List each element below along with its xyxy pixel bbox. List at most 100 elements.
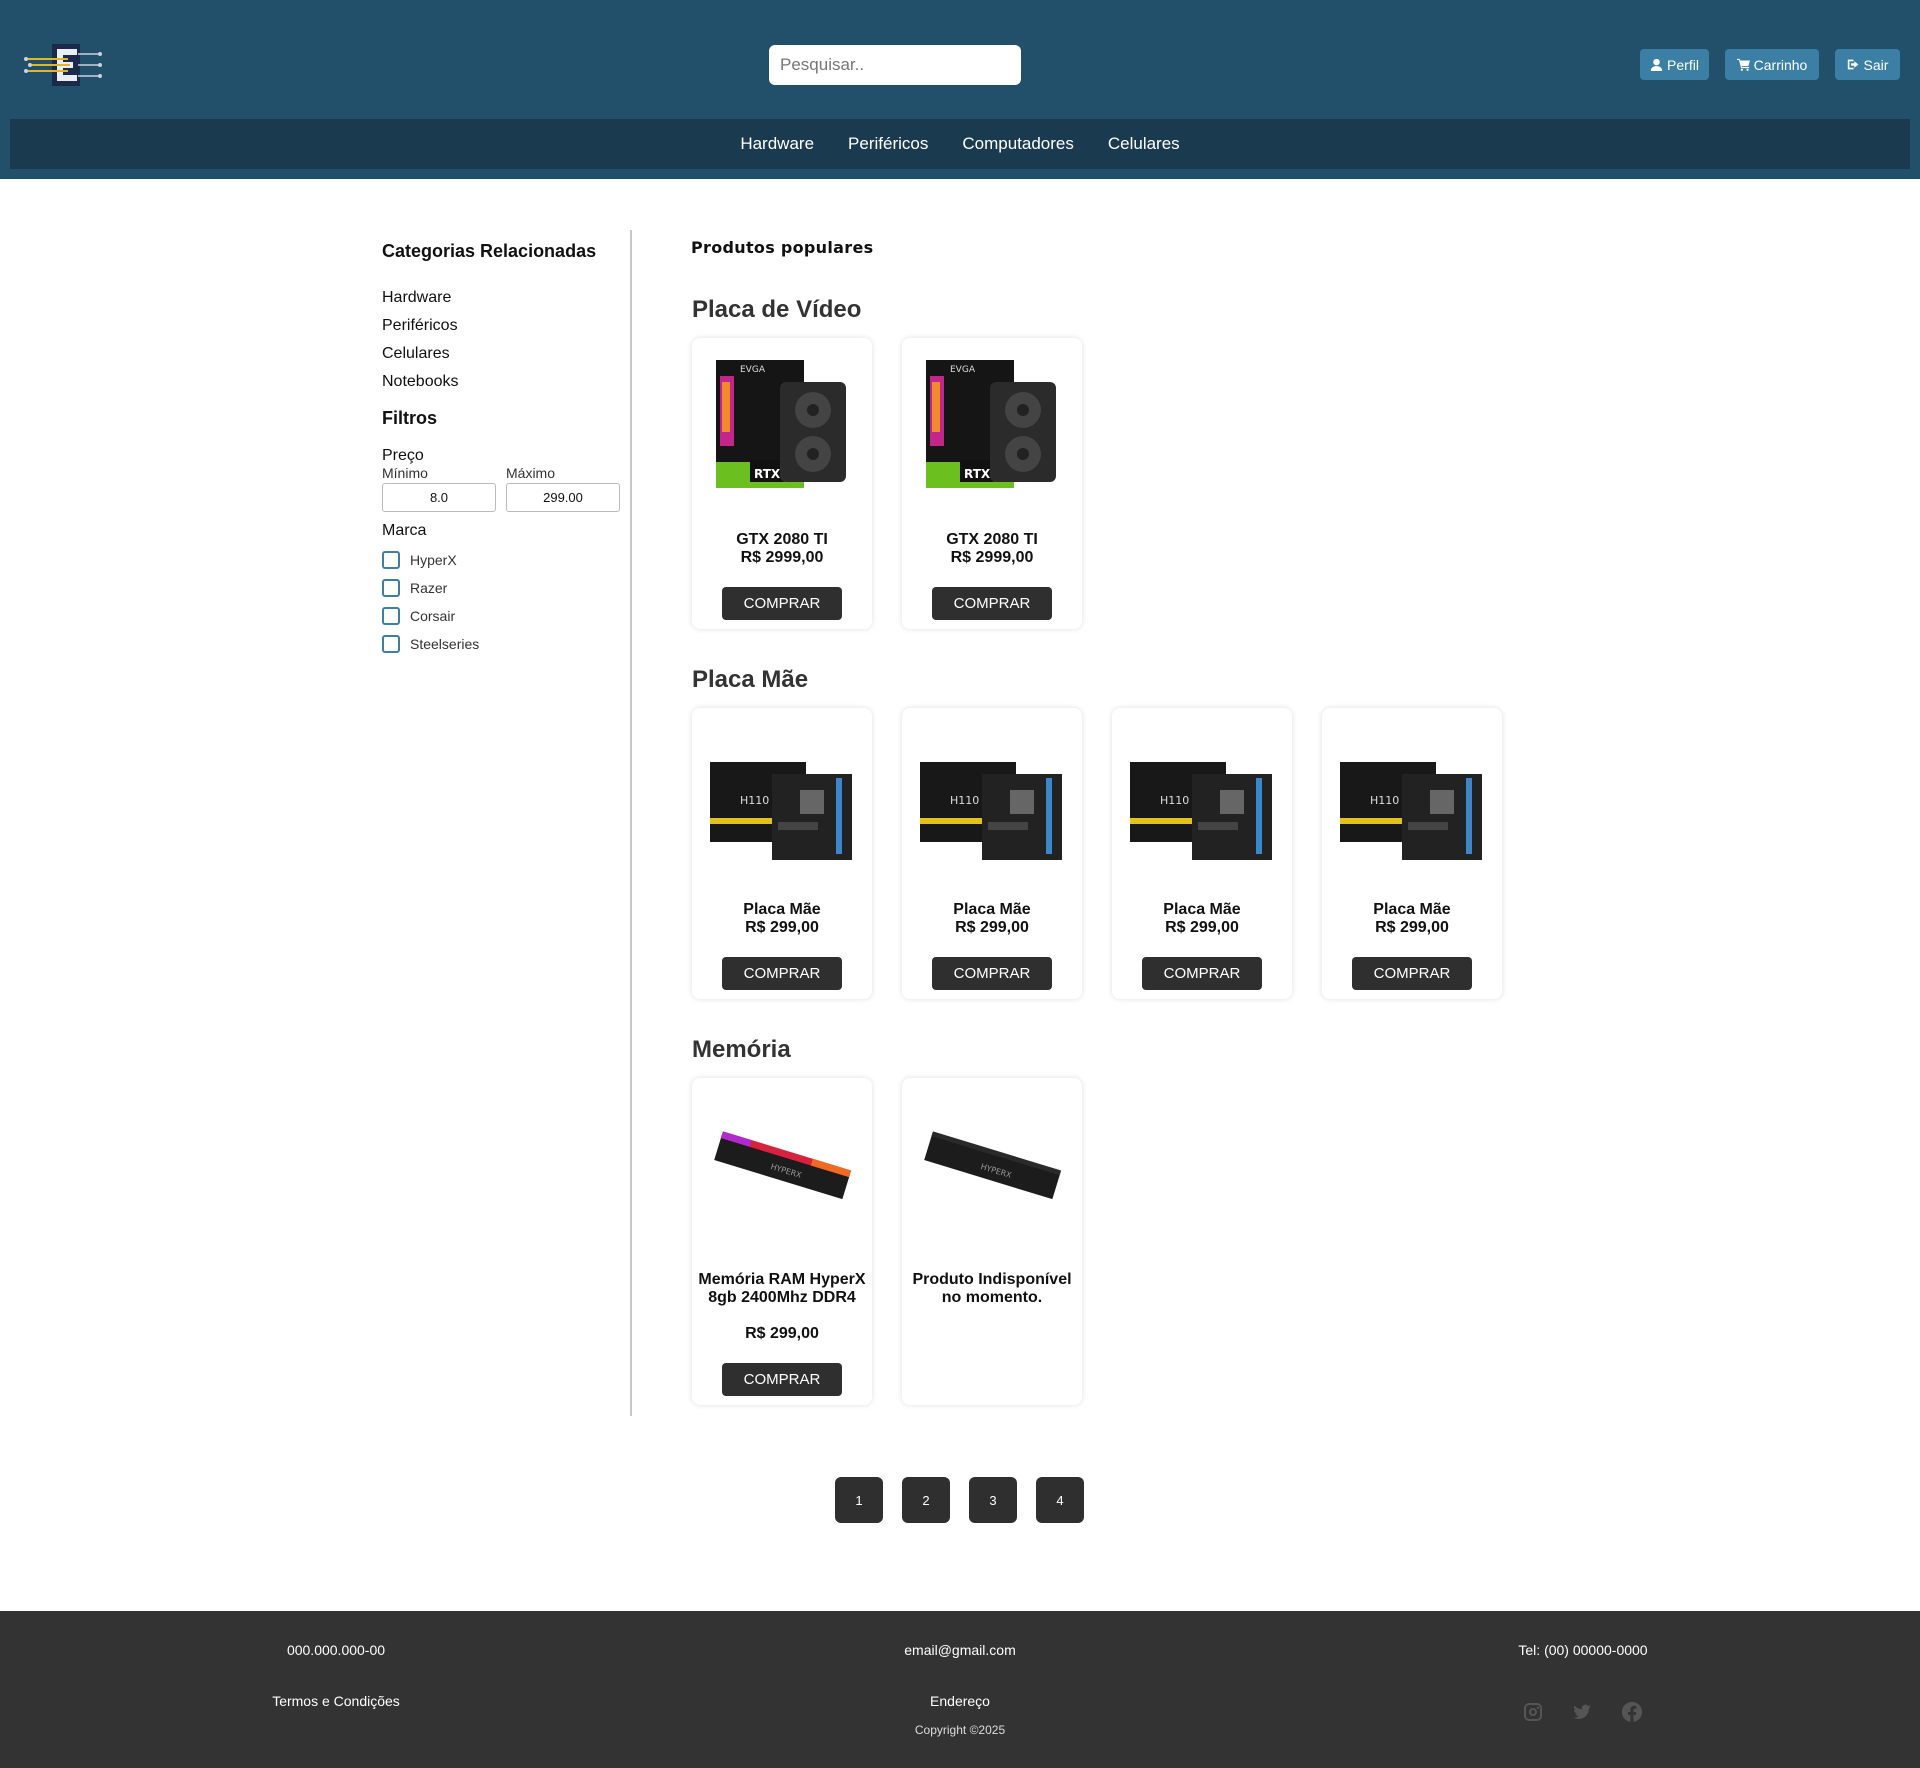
product-name: Memória RAM HyperX 8gb 2400Mhz DDR4	[698, 1271, 866, 1306]
ram-rgb-image: HYPERX	[714, 1131, 852, 1200]
sidebar-divider	[630, 230, 632, 1416]
brand-label-razer: Razer	[410, 580, 448, 596]
product-card[interactable]: H110 Placa Mãe R$ 299,00 COMPRAR	[692, 708, 872, 999]
product-price: R$ 2999,00	[950, 549, 1034, 566]
brand-label-hyperx: HyperX	[410, 552, 457, 568]
product-price: R$ 299,00	[745, 1325, 819, 1342]
section-title-placa-mae: Placa Mãe	[692, 666, 809, 693]
buy-button[interactable]: COMPRAR	[722, 1363, 842, 1396]
logo[interactable]	[22, 40, 104, 90]
motherboard-image: H110	[710, 762, 852, 860]
product-card[interactable]: H110 Placa Mãe R$ 299,00 COMPRAR	[902, 708, 1082, 999]
section-title-memoria: Memória	[692, 1036, 791, 1063]
facebook-icon[interactable]	[1621, 1701, 1643, 1722]
product-name: Placa Mãe	[1373, 901, 1451, 918]
motherboard-image: H110	[1130, 762, 1272, 860]
search-input[interactable]	[769, 45, 1021, 85]
sidebar-item-notebooks[interactable]: Notebooks	[382, 368, 622, 396]
brand-label: Marca	[382, 522, 427, 539]
brand-label-steelseries: Steelseries	[410, 636, 480, 652]
buy-button[interactable]: COMPRAR	[1142, 957, 1262, 990]
brand-filter-razer[interactable]: Razer	[382, 574, 622, 602]
instagram-icon[interactable]	[1523, 1702, 1543, 1722]
motherboard-image: H110	[920, 762, 1062, 860]
product-price: R$ 299,00	[1375, 919, 1449, 936]
footer-email: email@gmail.com	[904, 1642, 1016, 1658]
svg-text:EVGA: EVGA	[950, 365, 976, 375]
footer-phone: Tel: (00) 00000-0000	[1518, 1642, 1648, 1658]
product-price: R$ 299,00	[1165, 919, 1239, 936]
filters-title: Filtros	[382, 408, 438, 428]
buy-button[interactable]: COMPRAR	[722, 587, 842, 620]
cart-button[interactable]: Carrinho	[1725, 49, 1819, 80]
page-button-3[interactable]: 3	[969, 1477, 1017, 1523]
sign-out-icon	[1847, 59, 1858, 70]
product-card-unavailable[interactable]: HYPERX Produto Indisponível no momento.	[902, 1078, 1082, 1405]
gpu-image: EVGA RTX	[926, 360, 1056, 488]
nav-item-celulares[interactable]: Celulares	[1108, 134, 1180, 154]
sidebar-item-perifericos[interactable]: Periféricos	[382, 312, 622, 340]
sidebar-item-celulares[interactable]: Celulares	[382, 340, 622, 368]
brand-checkbox[interactable]	[382, 635, 400, 653]
buy-button[interactable]: COMPRAR	[932, 587, 1052, 620]
product-card[interactable]: HYPERX Memória RAM HyperX 8gb 2400Mhz DD…	[692, 1078, 872, 1405]
page-button-2[interactable]: 2	[902, 1477, 950, 1523]
svg-text:H110: H110	[1370, 794, 1399, 807]
section-title-placa-de-video: Placa de Vídeo	[692, 296, 862, 323]
site-header: Perfil Carrinho Sair Hardware Periférico…	[0, 0, 1920, 179]
product-name: GTX 2080 TI	[946, 531, 1038, 548]
user-icon	[1650, 58, 1663, 71]
product-price: R$ 2999,00	[740, 549, 824, 566]
terms-link[interactable]: Termos e Condições	[272, 1693, 400, 1709]
product-card[interactable]: EVGA RTX GTX 2080 TI R$ 2999,00 COMPRAR	[902, 338, 1082, 629]
page-button-4[interactable]: 4	[1036, 1477, 1084, 1523]
price-label: Preço	[382, 447, 424, 464]
brand-filter-hyperx[interactable]: HyperX	[382, 546, 622, 574]
gpu-image: EVGA RTX	[716, 360, 846, 488]
nav-item-perifericos[interactable]: Periféricos	[848, 134, 928, 154]
cart-button-label: Carrinho	[1753, 56, 1808, 73]
ram-image: HYPERX	[924, 1131, 1062, 1200]
cart-icon	[1736, 58, 1750, 71]
brand-filter-corsair[interactable]: Corsair	[382, 602, 622, 630]
product-price: R$ 299,00	[745, 919, 819, 936]
min-price-label: Mínimo	[382, 465, 428, 481]
product-card[interactable]: EVGA RTX GTX 2080 TI R$ 2999,00 COMPRAR	[692, 338, 872, 629]
product-card[interactable]: H110 Placa Mãe R$ 299,00 COMPRAR	[1322, 708, 1502, 999]
sidebar-item-hardware[interactable]: Hardware	[382, 284, 622, 312]
logout-button[interactable]: Sair	[1835, 49, 1900, 80]
min-price-input[interactable]	[382, 483, 496, 512]
max-price-label: Máximo	[506, 465, 556, 481]
category-nav: Hardware Periféricos Computadores Celula…	[10, 119, 1910, 169]
address-link[interactable]: Endereço	[930, 1693, 990, 1709]
profile-button-label: Perfil	[1667, 56, 1699, 73]
product-name: GTX 2080 TI	[736, 531, 828, 548]
svg-text:EVGA: EVGA	[740, 365, 766, 375]
svg-text:H110: H110	[950, 794, 979, 807]
copyright: Copyright ©2025	[914, 1723, 1006, 1737]
brand-label-corsair: Corsair	[410, 608, 456, 624]
profile-button[interactable]: Perfil	[1640, 49, 1709, 80]
brand-checkbox[interactable]	[382, 551, 400, 569]
product-card[interactable]: H110 Placa Mãe R$ 299,00 COMPRAR	[1112, 708, 1292, 999]
brand-checkbox[interactable]	[382, 579, 400, 597]
categories-title: Categorias Relacionadas	[382, 241, 597, 261]
popular-products-title: Produtos populares	[691, 238, 874, 257]
page-button-1[interactable]: 1	[835, 1477, 883, 1523]
nav-item-computadores[interactable]: Computadores	[962, 134, 1074, 154]
motherboard-image: H110	[1340, 762, 1482, 860]
product-unavailable-message: Produto Indisponível no momento.	[912, 1271, 1072, 1306]
buy-button[interactable]: COMPRAR	[1352, 957, 1472, 990]
svg-text:RTX: RTX	[964, 467, 991, 481]
brand-filter-steelseries[interactable]: Steelseries	[382, 630, 622, 658]
buy-button[interactable]: COMPRAR	[722, 957, 842, 990]
brand-checkbox[interactable]	[382, 607, 400, 625]
buy-button[interactable]: COMPRAR	[932, 957, 1052, 990]
svg-text:H110: H110	[740, 794, 769, 807]
max-price-input[interactable]	[506, 483, 620, 512]
nav-item-hardware[interactable]: Hardware	[740, 134, 814, 154]
sidebar: Categorias Relacionadas Hardware Perifér…	[382, 230, 622, 658]
twitter-icon[interactable]	[1572, 1702, 1592, 1722]
product-name: Placa Mãe	[953, 901, 1031, 918]
svg-text:RTX: RTX	[754, 467, 781, 481]
